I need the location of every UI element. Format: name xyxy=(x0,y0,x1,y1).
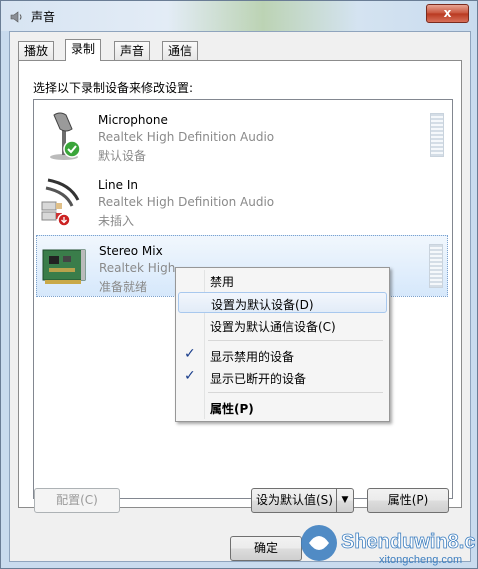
menu-item-label: 显示禁用的设备 xyxy=(210,350,295,364)
menu-item-set-default-communication[interactable]: 设置为默认通信设备(C) xyxy=(178,315,387,336)
watermark-text: Shenduwin8.com xyxy=(341,531,475,553)
tab-playback[interactable]: 播放 xyxy=(18,41,55,60)
window-title: 声音 xyxy=(31,10,56,24)
device-item-microphone[interactable]: Microphone Realtek High Definition Audio… xyxy=(36,105,448,167)
device-status: 未插入 xyxy=(98,214,135,228)
device-name: Microphone xyxy=(98,113,168,127)
sound-dialog: 声音 x 播放 录制 声音 通信 选择以下录制设备来修改设置: Micropho… xyxy=(0,0,478,569)
level-meter xyxy=(429,244,443,288)
menu-item-show-disabled[interactable]: ✓ 显示禁用的设备 xyxy=(178,345,387,366)
device-status: 默认设备 xyxy=(98,149,147,163)
menu-item-label: 属性(P) xyxy=(210,402,254,416)
menu-separator xyxy=(208,340,383,341)
device-description: Realtek High Definition Audio xyxy=(98,195,275,209)
menu-item-label: 禁用 xyxy=(210,275,235,289)
context-menu: 禁用 设置为默认设备(D) 设置为默认通信设备(C) ✓ 显示禁用的设备 ✓ 显… xyxy=(175,267,390,422)
device-name: Line In xyxy=(98,178,138,192)
menu-item-label: 设置为默认通信设备(C) xyxy=(210,320,336,334)
menu-item-label: 设置为默认设备(D) xyxy=(211,298,314,312)
microphone-icon xyxy=(50,112,81,160)
device-description: Realtek High xyxy=(99,261,176,275)
watermark-logo: Shenduwin8.com xitongcheng.com xyxy=(301,525,475,566)
properties-button[interactable]: 属性(P) xyxy=(367,488,449,513)
set-default-label: 设为默认值(S) xyxy=(256,493,333,507)
menu-item-set-default-device[interactable]: 设置为默认设备(D) xyxy=(178,292,387,313)
device-item-line-in[interactable]: Line In Realtek High Definition Audio 未插… xyxy=(36,170,448,232)
line-in-cable-icon xyxy=(41,178,80,226)
instruction-text: 选择以下录制设备来修改设置: xyxy=(33,81,194,95)
menu-item-label: 显示已断开的设备 xyxy=(210,372,307,386)
device-description: Realtek High Definition Audio xyxy=(98,130,275,144)
menu-separator xyxy=(208,392,383,393)
watermark-subtext: xitongcheng.com xyxy=(379,554,462,566)
checkmark-icon: ✓ xyxy=(184,346,196,362)
sound-card-icon xyxy=(42,249,86,284)
close-button[interactable]: x xyxy=(426,4,469,23)
checkmark-icon: ✓ xyxy=(184,368,196,384)
speaker-icon xyxy=(10,11,22,23)
menu-item-disable[interactable]: 禁用 xyxy=(178,270,387,291)
tab-sounds[interactable]: 声音 xyxy=(114,41,151,60)
tab-communications[interactable]: 通信 xyxy=(162,41,199,60)
ok-button[interactable]: 确定 xyxy=(230,536,302,561)
configure-button[interactable]: 配置(C) xyxy=(34,488,120,513)
tab-recording[interactable]: 录制 xyxy=(65,39,102,61)
dropdown-arrow-icon[interactable]: ▼ xyxy=(336,489,353,512)
menu-item-properties[interactable]: 属性(P) xyxy=(178,397,387,418)
menu-item-show-disconnected[interactable]: ✓ 显示已断开的设备 xyxy=(178,367,387,388)
set-default-button[interactable]: 设为默认值(S) ▼ xyxy=(251,488,354,513)
device-name: Stereo Mix xyxy=(99,244,163,258)
title-bar[interactable]: 声音 x xyxy=(1,1,477,31)
device-status: 准备就绪 xyxy=(99,280,148,294)
level-meter xyxy=(430,113,444,157)
